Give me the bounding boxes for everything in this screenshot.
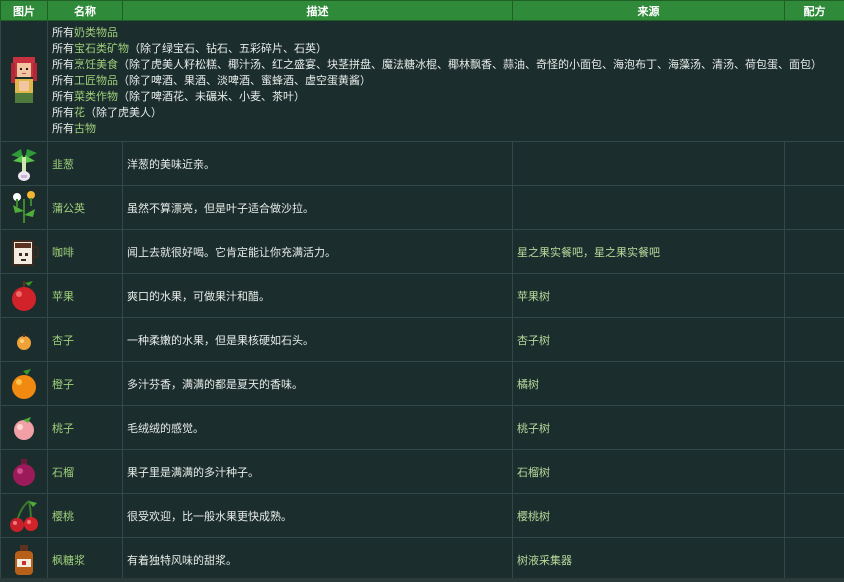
gift-table: 图片 名称 描述 来源 配方 所有奶类物品 所有宝石类矿物（除了绿宝石、钻石、五… [0, 0, 844, 582]
header-description: 描述 [122, 0, 513, 21]
dandelion-icon[interactable] [7, 189, 41, 227]
gift-line: 所有菜类作物（除了啤酒花、未碾米、小麦、茶叶） [52, 90, 305, 103]
table-row: 咖啡 闻上去就很好喝。它肯定能让你充满活力。 星之果实餐吧，星之果实餐吧 [0, 229, 844, 274]
gift-line: 所有奶类物品 [52, 26, 118, 39]
item-source[interactable]: 桃子树 [512, 405, 785, 450]
category-link[interactable]: 烹饪美食 [74, 58, 118, 71]
item-source[interactable]: 苹果树 [512, 273, 785, 318]
item-name[interactable]: 咖啡 [47, 229, 123, 274]
cherry-icon[interactable] [7, 497, 41, 535]
item-name[interactable]: 桃子 [47, 405, 123, 450]
item-name[interactable]: 石榴 [47, 449, 123, 494]
item-source[interactable] [512, 141, 785, 186]
item-recipe [784, 361, 844, 406]
gift-line: 所有工匠物品（除了啤酒、果酒、淡啤酒、蜜蜂酒、虚空蛋黄酱） [52, 74, 371, 87]
item-name[interactable]: 蒲公英 [47, 185, 123, 230]
orange-icon[interactable] [7, 365, 41, 403]
item-source[interactable]: 樱桃树 [512, 493, 785, 538]
item-recipe [784, 141, 844, 186]
item-source[interactable]: 橘树 [512, 361, 785, 406]
header-name: 名称 [47, 0, 123, 21]
pomegranate-icon[interactable] [7, 453, 41, 491]
item-recipe [784, 537, 844, 582]
item-name[interactable]: 枫糖浆 [47, 537, 123, 582]
table-row: 苹果 爽口的水果，可做果汁和醋。 苹果树 [0, 273, 844, 318]
item-name[interactable]: 橙子 [47, 361, 123, 406]
apple-icon[interactable] [7, 277, 41, 315]
gift-line: 所有宝石类矿物（除了绿宝石、钻石、五彩碎片、石英） [52, 42, 327, 55]
table-row: 桃子 毛绒绒的感觉。 桃子树 [0, 405, 844, 450]
universal-gift-row: 所有奶类物品 所有宝石类矿物（除了绿宝石、钻石、五彩碎片、石英） 所有烹饪美食（… [0, 20, 844, 142]
apricot-icon[interactable] [7, 321, 41, 359]
item-recipe [784, 317, 844, 362]
item-recipe [784, 273, 844, 318]
table-row: 蒲公英 虽然不算漂亮，但是叶子适合做沙拉。 [0, 185, 844, 230]
item-recipe [784, 229, 844, 274]
table-row: 杏子 一种柔嫩的水果，但是果核硬如石头。 杏子树 [0, 317, 844, 362]
item-recipe [784, 493, 844, 538]
category-link[interactable]: 菜类作物 [74, 90, 118, 103]
item-recipe [784, 449, 844, 494]
gift-line: 所有烹饪美食（除了虎美人籽松糕、椰汁汤、红之盛宴、块茎拼盘、魔法糖冰棍、椰林飘香… [52, 58, 822, 71]
item-source[interactable]: 星之果实餐吧，星之果实餐吧 [512, 229, 785, 274]
table-header-row: 图片 名称 描述 来源 配方 [0, 0, 844, 21]
item-description: 洋葱的美味近亲。 [122, 141, 513, 186]
table-row: 石榴 果子里是满满的多汁种子。 石榴树 [0, 449, 844, 494]
table-row: 枫糖浆 有着独特风味的甜浆。 树液采集器 [0, 537, 844, 582]
item-source[interactable]: 杏子树 [512, 317, 785, 362]
table-row: 韭葱 洋葱的美味近亲。 [0, 141, 844, 186]
item-source[interactable]: 石榴树 [512, 449, 785, 494]
item-name[interactable]: 韭葱 [47, 141, 123, 186]
item-name[interactable]: 樱桃 [47, 493, 123, 538]
villager-portrait-cell [0, 20, 48, 142]
leek-icon[interactable] [7, 145, 41, 183]
item-source[interactable] [512, 185, 785, 230]
item-description: 多汁芬香，满满的都是夏天的香味。 [122, 361, 513, 406]
coffee-icon[interactable] [7, 233, 41, 271]
item-name[interactable]: 苹果 [47, 273, 123, 318]
scroll-strip [0, 578, 844, 582]
item-description: 毛绒绒的感觉。 [122, 405, 513, 450]
header-image: 图片 [0, 0, 48, 21]
item-source[interactable]: 树液采集器 [512, 537, 785, 582]
category-link[interactable]: 工匠物品 [74, 74, 118, 87]
header-source: 来源 [512, 0, 785, 21]
category-link[interactable]: 古物 [74, 122, 96, 135]
villager-portrait-icon [11, 57, 37, 103]
category-link[interactable]: 奶类物品 [74, 26, 118, 39]
maple-syrup-icon[interactable] [7, 541, 41, 579]
peach-icon[interactable] [7, 409, 41, 447]
table-row: 樱桃 很受欢迎，比一般水果更快成熟。 樱桃树 [0, 493, 844, 538]
item-description: 爽口的水果，可做果汁和醋。 [122, 273, 513, 318]
item-description: 闻上去就很好喝。它肯定能让你充满活力。 [122, 229, 513, 274]
category-link[interactable]: 花 [74, 106, 85, 119]
item-recipe [784, 185, 844, 230]
gift-line: 所有古物 [52, 122, 96, 135]
gift-line: 所有花（除了虎美人） [52, 106, 162, 119]
category-link[interactable]: 宝石类矿物 [74, 42, 129, 55]
item-description: 虽然不算漂亮，但是叶子适合做沙拉。 [122, 185, 513, 230]
item-description: 一种柔嫩的水果，但是果核硬如石头。 [122, 317, 513, 362]
header-recipe: 配方 [784, 0, 844, 21]
item-recipe [784, 405, 844, 450]
item-name[interactable]: 杏子 [47, 317, 123, 362]
gift-category-list: 所有奶类物品 所有宝石类矿物（除了绿宝石、钻石、五彩碎片、石英） 所有烹饪美食（… [47, 20, 844, 142]
item-description: 有着独特风味的甜浆。 [122, 537, 513, 582]
item-description: 很受欢迎，比一般水果更快成熟。 [122, 493, 513, 538]
table-row: 橙子 多汁芬香，满满的都是夏天的香味。 橘树 [0, 361, 844, 406]
item-description: 果子里是满满的多汁种子。 [122, 449, 513, 494]
